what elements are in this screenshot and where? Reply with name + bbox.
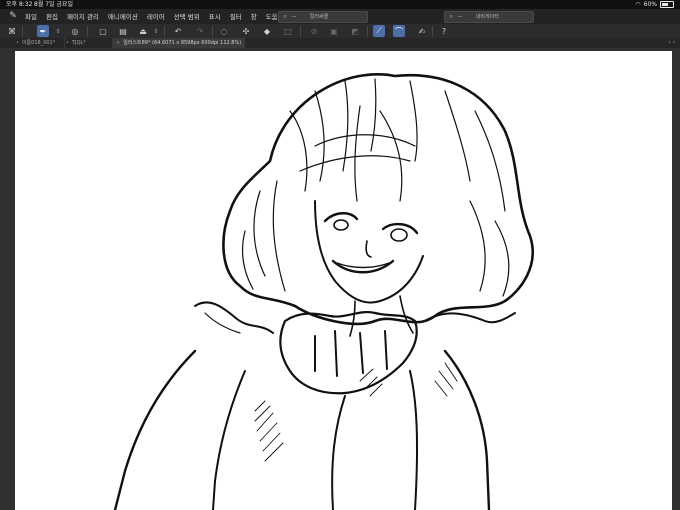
save-icon[interactable]: ⏏: [137, 25, 149, 37]
status-time: 오후 8:32: [6, 1, 33, 8]
menu-edit[interactable]: 편집: [46, 11, 58, 21]
palette-title: 내비게이터: [475, 14, 499, 20]
menu-window[interactable]: 창: [251, 11, 257, 21]
menu-page-management[interactable]: 페이지 관리: [67, 11, 99, 21]
open-icon[interactable]: ▤: [117, 25, 129, 37]
palette-tab-navigator[interactable]: × — 내비게이터: [444, 11, 534, 23]
doc-tab[interactable]: • 이름018_001*: [12, 38, 65, 48]
chevron-icon[interactable]: ⇕: [55, 25, 61, 37]
chevron-icon[interactable]: ⇕: [153, 25, 159, 37]
battery-percent: 60%: [643, 1, 657, 8]
palette-title: 컬러써클: [309, 14, 329, 20]
palette-tab-color-circle[interactable]: × — 컬러써클: [278, 11, 368, 23]
doc-tab-label: TJQL*: [71, 40, 86, 46]
document-tabs: • 이름018_001* • TJQL* × 일러스트89* (64.6071 x 8…: [0, 38, 680, 48]
tab-scroll-arrows[interactable]: ‹ ›: [668, 38, 675, 48]
status-right: ◠ 60%: [635, 0, 674, 9]
logo-icon[interactable]: ⌘: [6, 25, 18, 37]
fill-icon[interactable]: ◆: [261, 25, 273, 37]
menu-animation[interactable]: 애니메이션: [108, 11, 138, 21]
help-icon[interactable]: ?: [438, 25, 450, 37]
pen-pressure-icon[interactable]: ⟋: [373, 25, 385, 37]
undo-icon[interactable]: ↶: [172, 25, 184, 37]
palette-close-icon[interactable]: ×: [283, 14, 287, 20]
battery-icon: [660, 1, 674, 8]
menu-filter[interactable]: 필터: [230, 11, 242, 21]
menu-view[interactable]: 표시: [209, 11, 221, 21]
transform-icon[interactable]: ✣: [240, 25, 252, 37]
doc-tab-active[interactable]: × 일러스트89* (64.6071 x 8598px 600dpi 112.8%…: [112, 38, 245, 48]
palette-minimize-icon[interactable]: —: [457, 14, 462, 20]
doc-tab[interactable]: • TJQL*: [62, 38, 115, 48]
menu-selection[interactable]: 선택 범위: [174, 11, 200, 21]
pen-tool-icon[interactable]: ✒: [37, 25, 49, 37]
status-date: 8월 7일 금요일: [34, 1, 74, 8]
new-icon[interactable]: ▢: [97, 25, 109, 37]
correction-icon[interactable]: ✍: [416, 25, 428, 37]
lasso-icon[interactable]: ◌: [218, 25, 230, 37]
doc-tab-label: 이름018_001*: [21, 40, 56, 46]
close-icon[interactable]: ×: [116, 40, 120, 46]
app-logo-icon[interactable]: ✎: [7, 10, 19, 22]
menu-layer[interactable]: 레이어: [147, 11, 165, 21]
close-icon[interactable]: •: [66, 40, 69, 46]
canvas-workspace[interactable]: [0, 48, 680, 510]
selection-icon[interactable]: ⬚: [282, 25, 294, 37]
line-art-illustration: [113, 73, 534, 510]
ios-status-bar: 오후 8:32 8월 7일 금요일 ◠ 60%: [0, 0, 680, 9]
curve-icon[interactable]: ⌒: [393, 25, 405, 37]
close-icon[interactable]: •: [16, 40, 19, 46]
layer-icon[interactable]: ◎: [69, 25, 81, 37]
palette-minimize-icon[interactable]: —: [291, 14, 296, 20]
drawing-canvas[interactable]: [15, 51, 672, 510]
gradient-icon[interactable]: ◩: [349, 25, 361, 37]
doc-tab-label: 일러스트89* (64.6071 x 8598px 600dpi 112.8%): [123, 40, 242, 46]
wifi-icon: ◠: [635, 1, 641, 8]
slash-icon[interactable]: ⊘: [308, 25, 320, 37]
tone-icon[interactable]: ▣: [328, 25, 340, 37]
menu-file[interactable]: 파일: [25, 11, 37, 21]
redo-icon[interactable]: ↷: [194, 25, 206, 37]
palette-close-icon[interactable]: ×: [449, 14, 453, 20]
